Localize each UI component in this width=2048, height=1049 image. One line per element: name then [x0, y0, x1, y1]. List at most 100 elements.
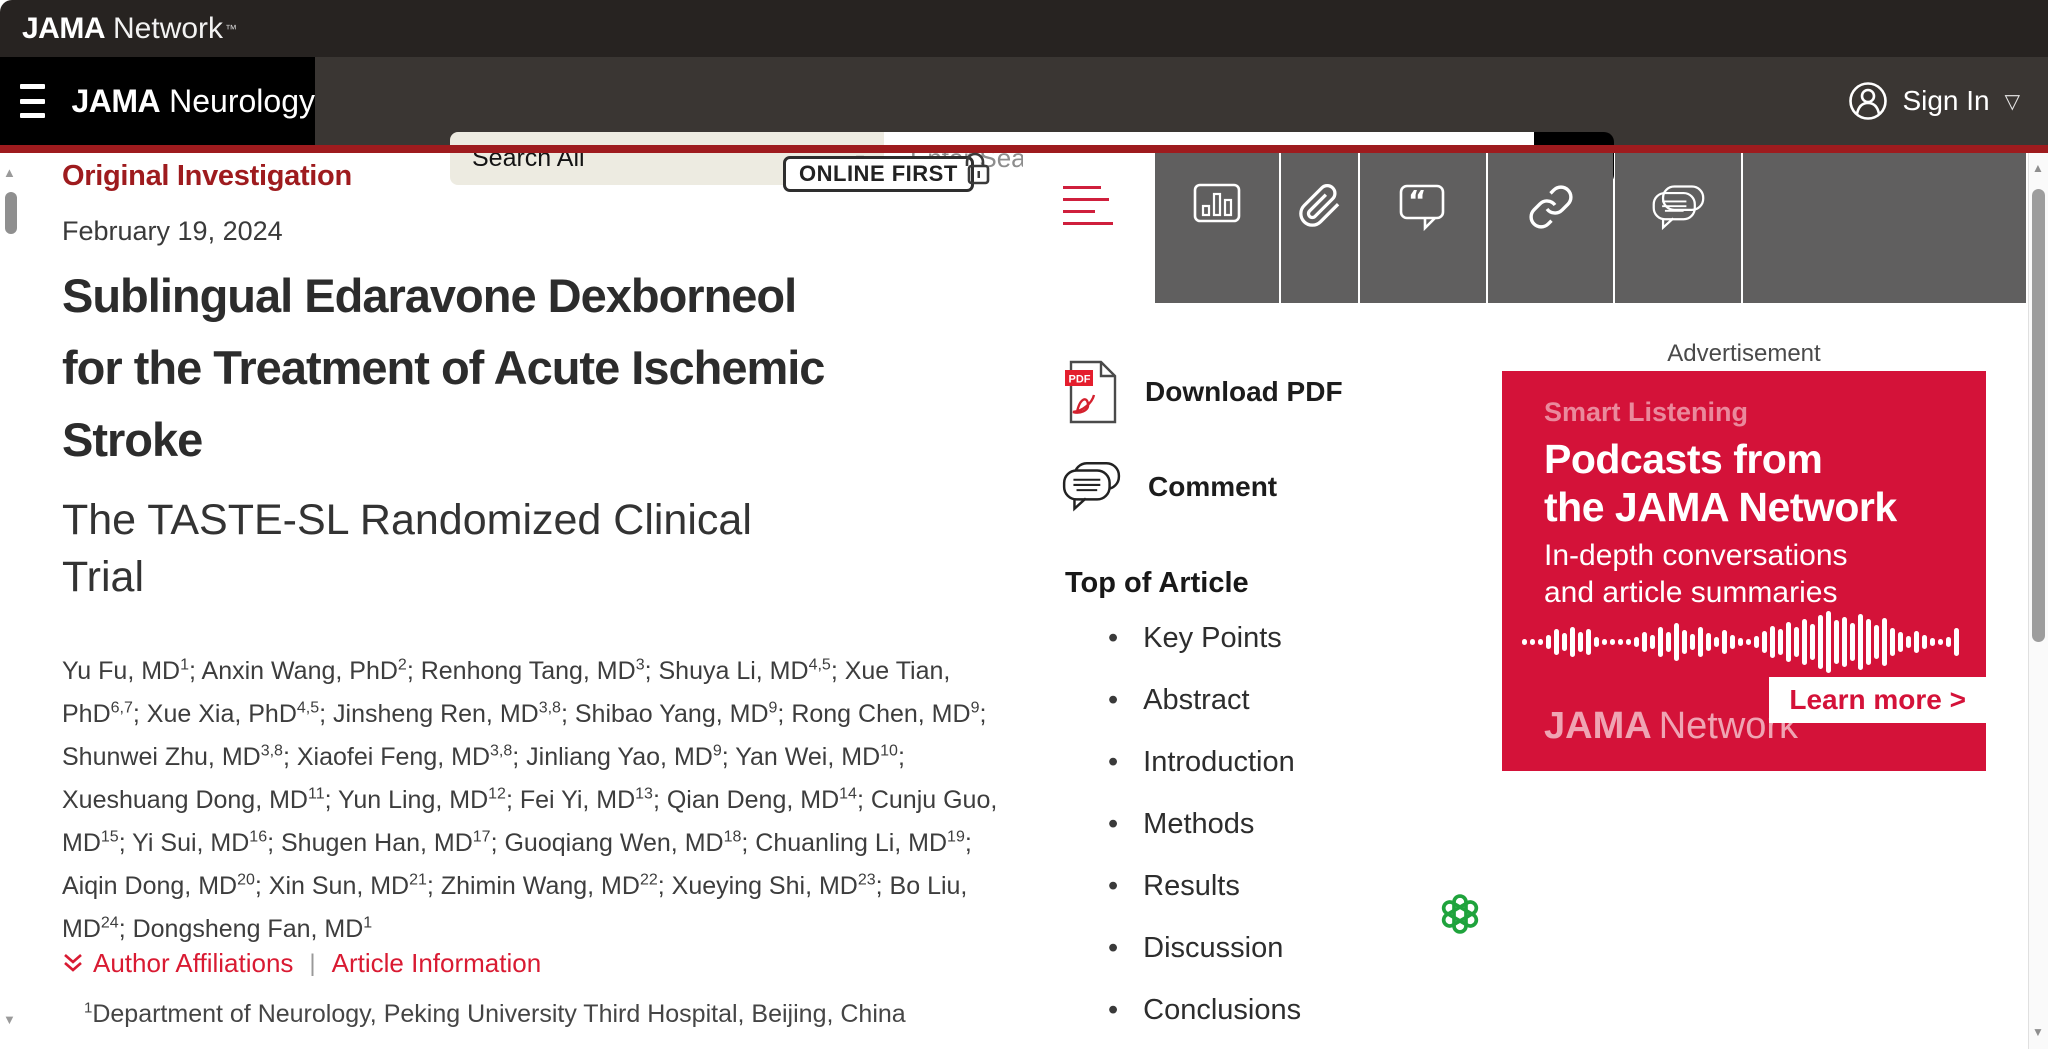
- tab-supplemental[interactable]: [1281, 153, 1358, 303]
- toc-item[interactable]: Results: [1108, 870, 1377, 903]
- author: Qian Deng, MD14;: [667, 786, 871, 814]
- waveform-bar: [1786, 622, 1791, 662]
- author: Shibao Yang, MD9;: [575, 700, 791, 728]
- toc-heading: Top of Article: [1065, 567, 1249, 600]
- network-header-bar: JAMA Network ™: [0, 0, 2048, 57]
- subtitle-line: Trial: [62, 549, 1042, 606]
- article-subtitle: The TASTE-SL Randomized ClinicalTrial: [62, 492, 1042, 606]
- waveform-bar: [1682, 630, 1687, 654]
- waveform-bar: [1802, 619, 1807, 665]
- waveform-bar: [1554, 629, 1559, 655]
- title-line: for the Treatment of Acute Ischemic: [62, 332, 1042, 404]
- toc-item[interactable]: Conclusions: [1108, 994, 1377, 1027]
- svg-text:“: “: [1408, 184, 1426, 217]
- scroll-down-arrow[interactable]: ▼: [2032, 1025, 2044, 1039]
- waveform-bar: [1722, 630, 1727, 654]
- author: Renhong Tang, MD3;: [421, 657, 659, 685]
- article-category: Original Investigation: [62, 160, 352, 193]
- ad-body-line: and article summaries: [1544, 574, 1848, 611]
- toc-item[interactable]: Methods: [1108, 808, 1377, 841]
- waveform-bar: [1538, 639, 1543, 645]
- double-chevron-down-icon: [62, 952, 84, 976]
- waveform-bar: [1778, 629, 1783, 655]
- open-access-lock-icon: [955, 150, 991, 194]
- logo-bold: JAMA: [22, 12, 105, 46]
- links-divider: |: [293, 950, 331, 978]
- waveform-bar: [1634, 637, 1639, 647]
- waveform-bar: [1586, 629, 1591, 655]
- author: Shunwei Zhu, MD3,8;: [62, 743, 297, 771]
- toc-list: Key Points Abstract Introduction Methods Res…: [1108, 622, 1377, 1049]
- tab-figures[interactable]: [1155, 153, 1279, 303]
- waveform-bar: [1562, 633, 1567, 651]
- comment-button[interactable]: Comment: [1060, 460, 1277, 514]
- tab-article-contents[interactable]: [1023, 153, 1153, 303]
- waveform-bar: [1714, 637, 1719, 647]
- waveform-bar: [1874, 625, 1879, 659]
- sign-in-button[interactable]: Sign In ▽: [1847, 57, 2020, 145]
- journal-header-bar: JAMANeurology Search All ▾ Sign I: [0, 57, 2048, 145]
- waveform-bar: [1938, 639, 1943, 645]
- comment-icon: [1060, 460, 1122, 514]
- pdf-file-icon: PDF: [1065, 360, 1119, 424]
- waveform-bar: [1522, 639, 1527, 645]
- comments-bubble-icon: [1650, 183, 1706, 233]
- waveform-bar: [1666, 632, 1671, 652]
- waveform-bar: [1706, 633, 1711, 651]
- waveform-bar: [1850, 623, 1855, 661]
- author: Guoqiang Wen, MD18;: [504, 829, 755, 857]
- article-scroll-up-arrow[interactable]: ▲: [3, 165, 16, 180]
- toc-item[interactable]: Introduction: [1108, 746, 1377, 779]
- waveform-bar: [1946, 637, 1951, 647]
- author: Xue Xia, PhD4,5;: [147, 700, 333, 728]
- ad-eyebrow: Smart Listening: [1544, 397, 1748, 428]
- ad-body: In-depth conversationsand article summar…: [1544, 537, 1848, 611]
- affiliation-footnote: 1Department of Neurology, Peking Univers…: [84, 1000, 906, 1029]
- author-affiliations-link[interactable]: Author Affiliations: [93, 948, 293, 979]
- tab-quotes[interactable]: “: [1360, 153, 1486, 303]
- waveform-bar: [1738, 638, 1743, 646]
- subtitle-line: The TASTE-SL Randomized Clinical: [62, 492, 1042, 549]
- author: Yu Fu, MD1;: [62, 657, 202, 685]
- tab-related[interactable]: [1488, 153, 1613, 303]
- article-scroll-thumb[interactable]: [5, 192, 17, 234]
- journal-home-link[interactable]: JAMANeurology: [0, 57, 315, 145]
- download-pdf-label: Download PDF: [1145, 376, 1343, 408]
- jama-article-page: JAMA Network ™ JAMANeurology Search All …: [0, 0, 2048, 1049]
- download-pdf-button[interactable]: PDF Download PDF: [1065, 360, 1343, 424]
- openai-extension-icon[interactable]: [1437, 891, 1483, 937]
- advertisement-banner[interactable]: Smart Listening Podcasts fromthe JAMA Ne…: [1502, 371, 1986, 771]
- article-information-link[interactable]: Article Information: [332, 948, 542, 979]
- waveform-bar: [1842, 617, 1847, 667]
- jama-network-logo[interactable]: JAMA Network ™: [22, 0, 237, 57]
- waveform-bar: [1698, 627, 1703, 657]
- waveform-bar: [1650, 635, 1655, 649]
- page-scrollbar[interactable]: ▲ ▼: [2028, 153, 2048, 1049]
- waveform-bar: [1658, 627, 1663, 657]
- waveform-bar: [1818, 615, 1823, 669]
- author: Aiqin Dong, MD20;: [62, 872, 269, 900]
- online-first-badge: ONLINE FIRST: [783, 156, 974, 192]
- author: Chuanling Li, MD19;: [755, 829, 972, 857]
- waveform-bar: [1810, 624, 1815, 660]
- waveform-bar: [1922, 635, 1927, 649]
- author: Fei Yi, MD13;: [520, 786, 667, 814]
- waveform-bar: [1626, 639, 1631, 645]
- menu-hamburger-icon[interactable]: [20, 84, 45, 118]
- waveform-bar: [1610, 639, 1615, 645]
- svg-text:PDF: PDF: [1069, 374, 1091, 386]
- waveform-bar: [1906, 636, 1911, 648]
- article-scroll-down-arrow[interactable]: ▼: [3, 1012, 16, 1027]
- scroll-up-arrow[interactable]: ▲: [2032, 161, 2044, 175]
- author: Shuya Li, MD4,5;: [659, 657, 845, 685]
- author: Jinsheng Ren, MD3,8;: [333, 700, 575, 728]
- waveform-bar: [1754, 636, 1759, 648]
- tab-comments[interactable]: [1615, 153, 1741, 303]
- waveform-bar: [1914, 631, 1919, 653]
- scroll-thumb[interactable]: [2032, 189, 2045, 642]
- toc-item[interactable]: Discussion: [1108, 932, 1377, 965]
- waveform-bar: [1890, 628, 1895, 656]
- toc-item[interactable]: Abstract: [1108, 684, 1377, 717]
- toc-item[interactable]: Key Points: [1108, 622, 1377, 655]
- author: Yan Wei, MD10;: [735, 743, 905, 771]
